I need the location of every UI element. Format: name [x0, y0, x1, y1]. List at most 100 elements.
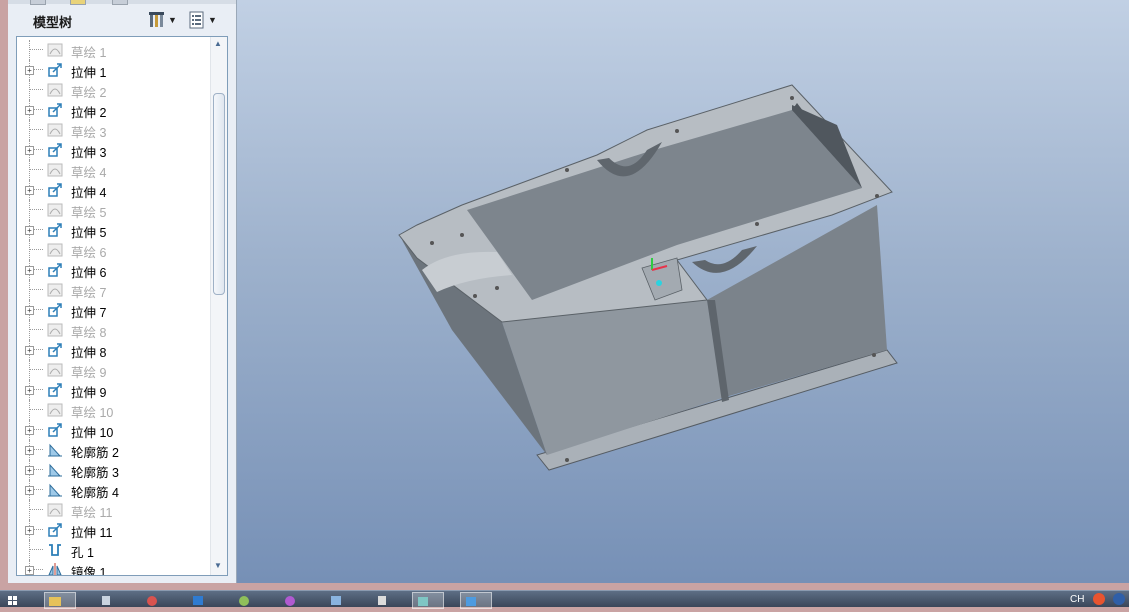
tree-item-label: 拉伸 5 [71, 226, 107, 240]
tree-item[interactable]: 草绘 4 [17, 160, 207, 180]
app-icon [378, 596, 386, 605]
tree-item[interactable]: + 拉伸 6 [17, 260, 207, 280]
tree-item[interactable]: 草绘 9 [17, 360, 207, 380]
tree-item-label: 拉伸 8 [71, 346, 107, 360]
taskbar-app[interactable] [326, 592, 356, 607]
windows-icon [8, 596, 17, 605]
expand-icon[interactable]: + [25, 566, 34, 575]
tools-button[interactable]: ▼ [148, 10, 177, 30]
taskbar-app[interactable] [188, 592, 218, 607]
taskbar-app[interactable] [96, 592, 126, 607]
tree-item[interactable]: + 拉伸 5 [17, 220, 207, 240]
expand-icon[interactable]: + [25, 486, 34, 495]
tree-scrollbar[interactable]: ▲ ▼ [210, 37, 227, 575]
tree-item[interactable]: + 轮廓筋 2 [17, 440, 207, 460]
show-button[interactable]: ▼ [188, 10, 217, 30]
tree-item-label: 镜像 1 [71, 566, 107, 576]
tree-item[interactable]: + 轮廓筋 4 [17, 480, 207, 500]
taskbar-app[interactable] [412, 592, 444, 609]
taskbar-app[interactable] [44, 592, 76, 609]
expand-icon[interactable]: + [25, 426, 34, 435]
gearbox-housing-model[interactable] [237, 0, 1129, 583]
scroll-thumb[interactable] [213, 93, 225, 295]
taskbar-app[interactable] [234, 592, 264, 607]
tree-item[interactable]: + 拉伸 4 [17, 180, 207, 200]
tree-connector [29, 500, 30, 520]
expand-icon[interactable]: + [25, 306, 34, 315]
tree-item[interactable]: + 镜像 1 [17, 560, 207, 576]
expand-icon[interactable]: + [25, 266, 34, 275]
expand-icon[interactable]: + [25, 66, 34, 75]
expand-icon[interactable]: + [25, 526, 34, 535]
tree-item[interactable]: + 拉伸 1 [17, 60, 207, 80]
tree-item[interactable]: + 拉伸 9 [17, 380, 207, 400]
mirror-icon [47, 562, 63, 575]
tree-item-label: 拉伸 2 [71, 106, 107, 120]
panel-tab[interactable] [30, 0, 46, 5]
extrude-icon [47, 182, 63, 198]
tree-item[interactable]: + 拉伸 10 [17, 420, 207, 440]
tree-item[interactable]: 草绘 2 [17, 80, 207, 100]
hole-icon [47, 542, 63, 558]
taskbar-app[interactable] [372, 592, 402, 607]
tree-item[interactable]: + 拉伸 8 [17, 340, 207, 360]
tree-item[interactable]: 草绘 8 [17, 320, 207, 340]
expand-icon[interactable]: + [25, 466, 34, 475]
tree-item[interactable]: + 拉伸 11 [17, 520, 207, 540]
expand-icon[interactable]: + [25, 346, 34, 355]
model-tree[interactable]: 草绘 1 + 拉伸 1 草绘 2 + 拉伸 2 草绘 3 + 拉伸 3 草绘 4 + 拉伸 4 草绘 5… [16, 36, 228, 576]
rib-icon [47, 482, 63, 498]
tree-item[interactable]: 草绘 1 [17, 40, 207, 60]
panel-tab[interactable] [70, 0, 86, 5]
expand-icon[interactable]: + [25, 446, 34, 455]
expand-icon[interactable]: + [25, 186, 34, 195]
graphics-viewport[interactable] [237, 0, 1129, 583]
taskbar-app[interactable] [280, 592, 310, 607]
sketch-icon [47, 202, 63, 218]
tree-item[interactable]: + 拉伸 7 [17, 300, 207, 320]
tree-item-label: 拉伸 1 [71, 66, 107, 80]
tree-item[interactable]: 草绘 7 [17, 280, 207, 300]
panel-tab[interactable] [112, 0, 128, 5]
sketch-icon [47, 322, 63, 338]
expand-icon[interactable]: + [25, 226, 34, 235]
start-button[interactable] [6, 592, 36, 607]
extrude-icon [47, 422, 63, 438]
tree-item-label: 轮廓筋 3 [71, 466, 119, 480]
tree-item[interactable]: + 轮廓筋 3 [17, 460, 207, 480]
app-icon [239, 596, 249, 606]
extrude-icon [47, 102, 63, 118]
scroll-up-icon[interactable]: ▲ [214, 39, 222, 48]
tree-connector [29, 169, 43, 170]
taskbar-app[interactable] [142, 592, 172, 607]
panel-tab-strip [8, 0, 236, 5]
extrude-icon [47, 262, 63, 278]
input-language[interactable]: CH [1070, 594, 1084, 605]
sketch-icon [47, 122, 63, 138]
tree-item[interactable]: 草绘 3 [17, 120, 207, 140]
extrude-icon [47, 382, 63, 398]
help-icon[interactable] [1112, 592, 1126, 606]
sketch-icon [47, 502, 63, 518]
expand-icon[interactable]: + [25, 146, 34, 155]
tree-item[interactable]: 草绘 11 [17, 500, 207, 520]
taskbar-app[interactable] [460, 592, 492, 609]
tree-item[interactable]: + 拉伸 2 [17, 100, 207, 120]
expand-icon[interactable]: + [25, 106, 34, 115]
extrude-icon [47, 142, 63, 158]
scroll-down-icon[interactable]: ▼ [214, 561, 222, 570]
tree-item[interactable]: 孔 1 [17, 540, 207, 560]
tree-connector [29, 160, 30, 180]
tree-connector [29, 360, 30, 380]
tree-item[interactable]: + 拉伸 3 [17, 140, 207, 160]
tree-item[interactable]: 草绘 5 [17, 200, 207, 220]
tree-item[interactable]: 草绘 10 [17, 400, 207, 420]
tree-item-label: 孔 1 [71, 546, 94, 560]
app-icon [147, 596, 157, 606]
ime-icon[interactable] [1092, 592, 1106, 606]
app-icon [418, 597, 428, 606]
tree-item[interactable]: 草绘 6 [17, 240, 207, 260]
tree-item-label: 轮廓筋 2 [71, 446, 119, 460]
tree-connector [29, 200, 30, 220]
expand-icon[interactable]: + [25, 386, 34, 395]
